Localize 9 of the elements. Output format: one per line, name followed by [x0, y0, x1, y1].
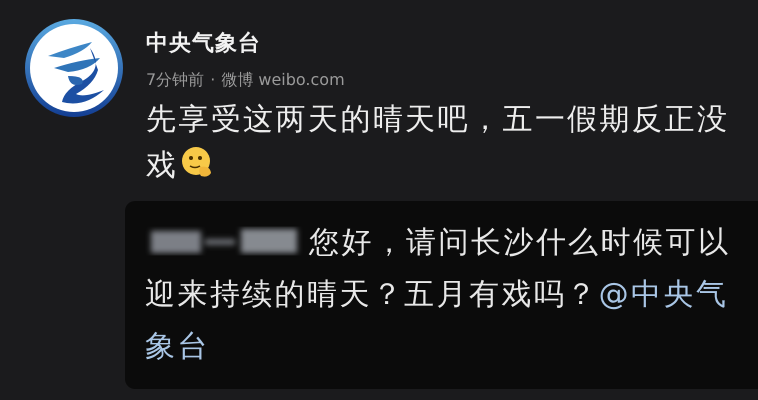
post-source: 微博 weibo.com	[221, 70, 345, 91]
post-time: 7分钟前	[146, 70, 204, 91]
avatar-logo-icon[interactable]	[24, 18, 124, 118]
post-text: 先享受这两天的晴天吧，五一假期反正没戏	[146, 101, 730, 185]
separator-dot: ·	[210, 70, 216, 91]
mention-link[interactable]: 象台	[145, 329, 210, 364]
comment-text: 您好，请问长沙什么时候可以迎来持续的晴天？五月有戏吗？@中央气 象台	[145, 224, 732, 366]
mention-link[interactable]: @中央气	[598, 277, 728, 312]
author-name[interactable]: 中央气象台	[146, 28, 746, 58]
